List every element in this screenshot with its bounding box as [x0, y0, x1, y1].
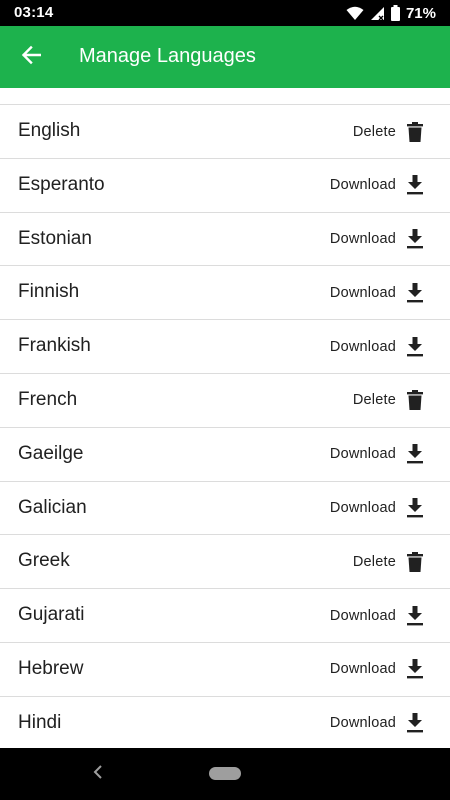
navigation-bar: [0, 748, 450, 800]
language-row-hebrew: Hebrew Download: [0, 642, 450, 697]
download-icon: [404, 336, 426, 358]
nav-back-button[interactable]: [88, 760, 108, 784]
download-icon: [404, 497, 426, 519]
download-icon: [404, 174, 426, 196]
download-icon: [404, 658, 426, 680]
action-label: Download: [329, 338, 396, 355]
language-name: French: [18, 388, 78, 410]
language-row-estonian: Estonian Download: [0, 212, 450, 267]
download-icon: [404, 228, 426, 250]
language-name: Gujarati: [18, 604, 85, 626]
language-name: Hebrew: [18, 657, 84, 679]
language-name: Frankish: [18, 335, 91, 357]
download-button-hebrew[interactable]: Download: [330, 643, 426, 696]
language-name: Greek: [18, 550, 70, 572]
action-label: Download: [329, 500, 396, 517]
action-label: Download: [329, 446, 396, 463]
action-label: Delete: [352, 123, 396, 140]
download-button-galician[interactable]: Download: [330, 482, 426, 535]
language-row-hindi: Hindi Download: [0, 696, 450, 751]
action-label: Download: [329, 715, 396, 732]
action-label: Download: [329, 607, 396, 624]
status-icons: 71%: [346, 3, 436, 23]
download-icon: [404, 605, 426, 627]
language-row-english: English Delete: [0, 105, 450, 159]
delete-button-english[interactable]: Delete: [353, 105, 426, 158]
language-name: Gaeilge: [18, 442, 84, 464]
nav-home-button[interactable]: [209, 767, 241, 780]
language-name: Estonian: [18, 227, 92, 249]
delete-button-greek[interactable]: Delete: [353, 535, 426, 588]
download-button-gujarati[interactable]: Download: [330, 589, 426, 642]
signal-icon: [370, 6, 385, 21]
action-label: Delete: [352, 553, 396, 570]
action-label: Download: [329, 284, 396, 301]
download-icon: [404, 443, 426, 465]
language-row-french: French Delete: [0, 373, 450, 428]
language-name: Hindi: [18, 711, 62, 733]
action-label: Delete: [352, 392, 396, 409]
download-button-hindi[interactable]: Download: [330, 697, 426, 750]
language-row-gaeilge: Gaeilge Download: [0, 427, 450, 482]
language-name: Esperanto: [18, 173, 105, 195]
language-name: Galician: [18, 496, 87, 518]
download-button-estonian[interactable]: Download: [330, 213, 426, 266]
status-bar: 03:14 71%: [0, 0, 450, 26]
back-button[interactable]: [12, 38, 50, 76]
language-row-gujarati: Gujarati Download: [0, 589, 450, 643]
action-label: Download: [329, 177, 396, 194]
language-row-finnish: Finnish Download: [0, 266, 450, 321]
trash-icon: [404, 389, 426, 411]
arrow-back-icon: [21, 45, 42, 70]
delete-button-french[interactable]: Delete: [353, 374, 426, 427]
trash-icon: [404, 121, 426, 143]
download-button-frankish[interactable]: Download: [330, 320, 426, 373]
language-row-esperanto: Esperanto Download: [0, 158, 450, 213]
download-icon: [404, 712, 426, 734]
language-name: Finnish: [18, 281, 80, 303]
download-button-esperanto[interactable]: Download: [330, 159, 426, 212]
battery-icon: [390, 5, 400, 21]
download-button-gaeilge[interactable]: Download: [330, 428, 426, 481]
app-bar: Manage Languages: [0, 26, 450, 88]
nav-back-icon: [93, 765, 102, 779]
language-list: English Delete Esperanto Download Estonian Do…: [0, 104, 450, 751]
language-row-galician: Galician Download: [0, 481, 450, 536]
page-title: Manage Languages: [79, 45, 256, 67]
language-row-greek: Greek Delete: [0, 535, 450, 590]
language-name: English: [18, 120, 81, 141]
action-label: Download: [329, 231, 396, 248]
download-button-finnish[interactable]: Download: [330, 266, 426, 319]
status-time: 03:14: [14, 4, 54, 21]
download-icon: [404, 282, 426, 304]
trash-icon: [404, 551, 426, 573]
wifi-icon: [346, 6, 364, 21]
action-label: Download: [329, 661, 396, 678]
language-row-frankish: Frankish Download: [0, 320, 450, 374]
battery-percent: 71%: [405, 4, 436, 22]
